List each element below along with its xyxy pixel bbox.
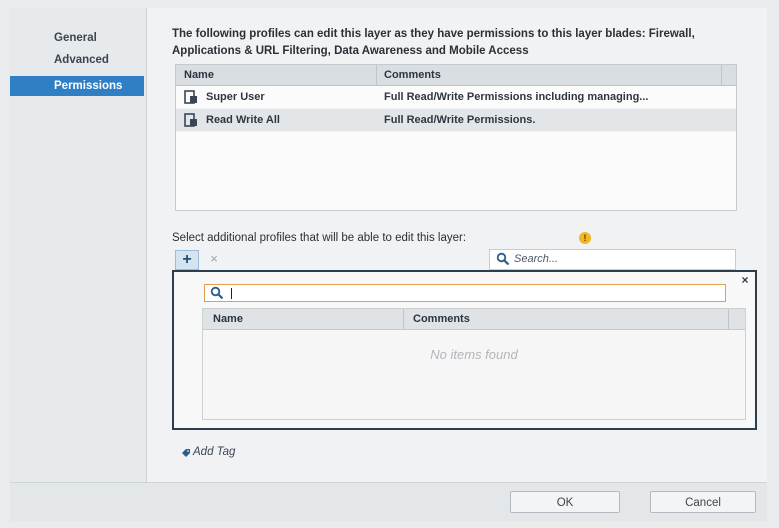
profile-icon (184, 113, 197, 127)
search-icon (210, 286, 224, 300)
profile-comments: Full Read/Write Permissions including ma… (384, 91, 649, 103)
search-icon (496, 252, 510, 266)
add-tag-link[interactable]: Add Tag (193, 446, 235, 458)
text-caret (231, 288, 232, 299)
tag-icon (182, 449, 190, 457)
table-row[interactable]: Read Write All Full Read/Write Permissio… (176, 109, 736, 132)
close-icon[interactable]: × (739, 274, 751, 286)
permissions-panel: The following profiles can edit this lay… (147, 8, 767, 482)
table-row[interactable]: Super User Full Read/Write Permissions i… (176, 86, 736, 109)
profile-icon (184, 90, 197, 104)
profile-name: Read Write All (206, 114, 280, 126)
select-profiles-label: Select additional profiles that will be … (172, 232, 467, 244)
column-separator (403, 309, 404, 329)
column-header-name[interactable]: Name (213, 309, 243, 329)
hint-icon[interactable]: ! (579, 232, 591, 244)
permissions-description: The following profiles can edit this lay… (172, 28, 695, 57)
ok-button[interactable]: OK (510, 491, 620, 513)
profiles-table-header: Name Comments (176, 65, 736, 86)
search-input[interactable]: Search... (489, 249, 736, 270)
popup-search-input[interactable] (229, 286, 719, 300)
column-separator (721, 65, 722, 85)
profile-name: Super User (206, 91, 265, 103)
cancel-button[interactable]: Cancel (650, 491, 756, 513)
popup-profiles-table: Name Comments No items found (202, 308, 746, 420)
profile-picker-popup: × Name Comments No items found (172, 270, 757, 430)
search-placeholder: Search... (514, 253, 559, 265)
sidebar-item-general[interactable]: General (10, 28, 144, 48)
dialog-footer: OK Cancel (10, 482, 767, 521)
sidebar: General Advanced Permissions (10, 8, 146, 482)
dialog: General Advanced Permissions The followi… (10, 8, 767, 521)
profiles-table: Name Comments Super User Full Read/Write… (175, 64, 737, 211)
column-separator (376, 65, 377, 85)
popup-search-field[interactable] (204, 284, 726, 302)
empty-message: No items found (430, 347, 518, 362)
sidebar-item-permissions[interactable]: Permissions (10, 76, 144, 96)
column-header-comments[interactable]: Comments (384, 65, 441, 85)
profile-comments: Full Read/Write Permissions. (384, 114, 536, 126)
sidebar-item-advanced[interactable]: Advanced (10, 50, 144, 70)
column-header-name[interactable]: Name (184, 65, 214, 85)
remove-profile-button[interactable]: × (205, 250, 223, 268)
column-header-comments[interactable]: Comments (413, 309, 470, 329)
column-separator (728, 309, 729, 329)
add-profile-button[interactable]: + (175, 250, 199, 270)
popup-table-header: Name Comments (203, 309, 745, 330)
